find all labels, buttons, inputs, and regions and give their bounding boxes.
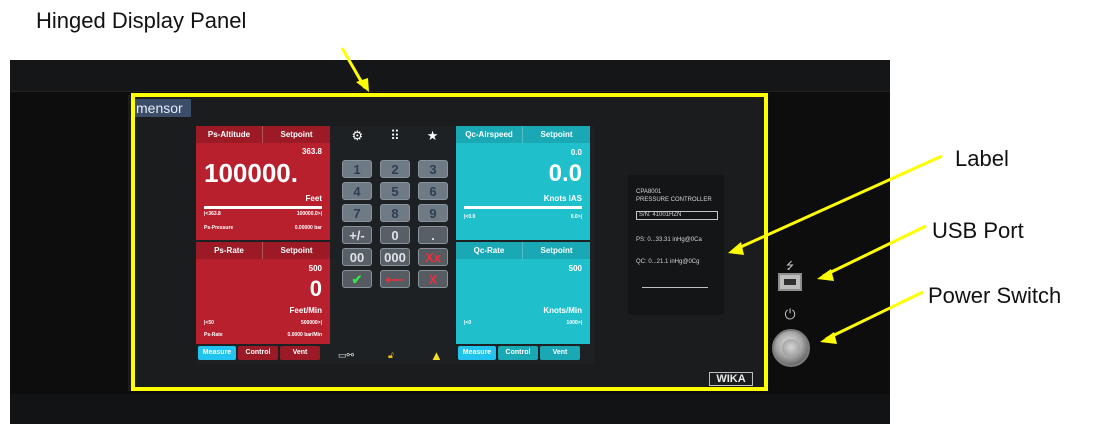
bottom-rail	[10, 394, 890, 424]
hinged-display-panel-callout: Hinged Display Panel	[36, 8, 247, 33]
usb-port-callout: USB Port	[932, 218, 1024, 243]
usb-port[interactable]	[778, 273, 802, 291]
label-callout: Label	[955, 146, 1009, 171]
top-rail	[10, 60, 890, 92]
power-switch-callout: Power Switch	[928, 283, 1062, 308]
usb-icon: ⭍	[785, 261, 795, 272]
power-switch[interactable]	[772, 329, 810, 367]
hinged-display-frame	[131, 93, 768, 391]
power-icon: ⏻	[784, 306, 796, 322]
